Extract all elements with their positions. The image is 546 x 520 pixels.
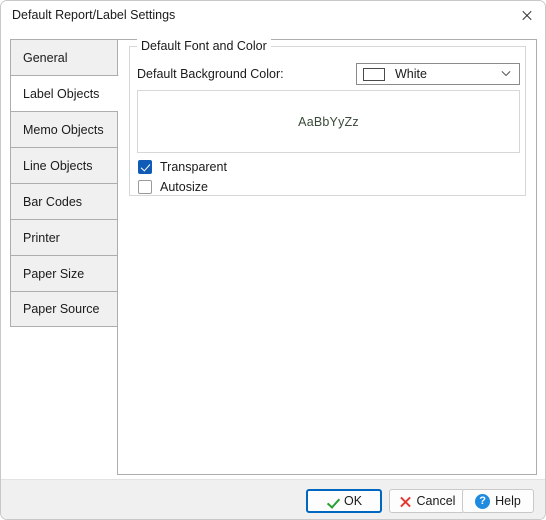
help-label: Help (495, 494, 521, 508)
tab-label: General (23, 50, 68, 65)
tab-label: Printer (23, 230, 60, 245)
group-title: Default Font and Color (137, 39, 271, 53)
tab-label: Bar Codes (23, 194, 83, 209)
title-bar: Default Report/Label Settings (1, 1, 545, 30)
cancel-label: Cancel (416, 494, 456, 508)
font-preview-box[interactable]: AaBbYyZz (137, 90, 520, 153)
background-color-label: Default Background Color: (137, 67, 284, 81)
color-swatch (363, 67, 385, 81)
background-color-value: White (395, 67, 427, 81)
background-color-dropdown[interactable]: White (356, 63, 520, 85)
preview-sample-text: AaBbYyZz (298, 114, 359, 129)
tab-paper-source[interactable]: Paper Source (10, 291, 118, 327)
checkmark-icon (326, 495, 339, 508)
ok-button[interactable]: OK (306, 489, 382, 513)
transparent-checkbox-row[interactable]: Transparent (138, 160, 227, 174)
close-button[interactable] (507, 1, 545, 30)
tab-label: Line Objects (23, 158, 93, 173)
chevron-down-icon (502, 71, 511, 80)
x-mark-icon (399, 495, 412, 508)
transparent-label: Transparent (160, 160, 227, 174)
tab-strip: General Label Objects Memo Objects Line … (10, 39, 119, 327)
close-icon (521, 10, 533, 22)
autosize-checkbox-row[interactable]: Autosize (138, 180, 208, 194)
tab-label-objects[interactable]: Label Objects (10, 75, 119, 111)
dialog-footer: OK Cancel ? Help (1, 479, 545, 519)
question-circle-icon: ? (475, 493, 491, 509)
help-button[interactable]: ? Help (462, 489, 534, 513)
tab-label: Memo Objects (23, 122, 104, 137)
tab-memo-objects[interactable]: Memo Objects (10, 111, 118, 147)
tab-label: Paper Source (23, 302, 100, 316)
tab-general[interactable]: General (10, 39, 118, 75)
settings-dialog: Default Report/Label Settings General La… (0, 0, 546, 520)
tab-bar-codes[interactable]: Bar Codes (10, 183, 118, 219)
default-font-and-color-group: Default Font and Color Default Backgroun… (129, 39, 526, 196)
autosize-label: Autosize (160, 180, 208, 194)
ok-label: OK (343, 494, 363, 508)
tab-paper-size[interactable]: Paper Size (10, 255, 118, 291)
cancel-button[interactable]: Cancel (389, 489, 465, 513)
dialog-title: Default Report/Label Settings (12, 8, 176, 22)
tab-line-objects[interactable]: Line Objects (10, 147, 118, 183)
transparent-checkbox[interactable] (138, 160, 152, 174)
tab-label: Paper Size (23, 266, 85, 281)
autosize-checkbox[interactable] (138, 180, 152, 194)
tab-printer[interactable]: Printer (10, 219, 118, 255)
tab-content-panel: Default Font and Color Default Backgroun… (117, 39, 537, 475)
tab-label: Label Objects (23, 86, 100, 101)
